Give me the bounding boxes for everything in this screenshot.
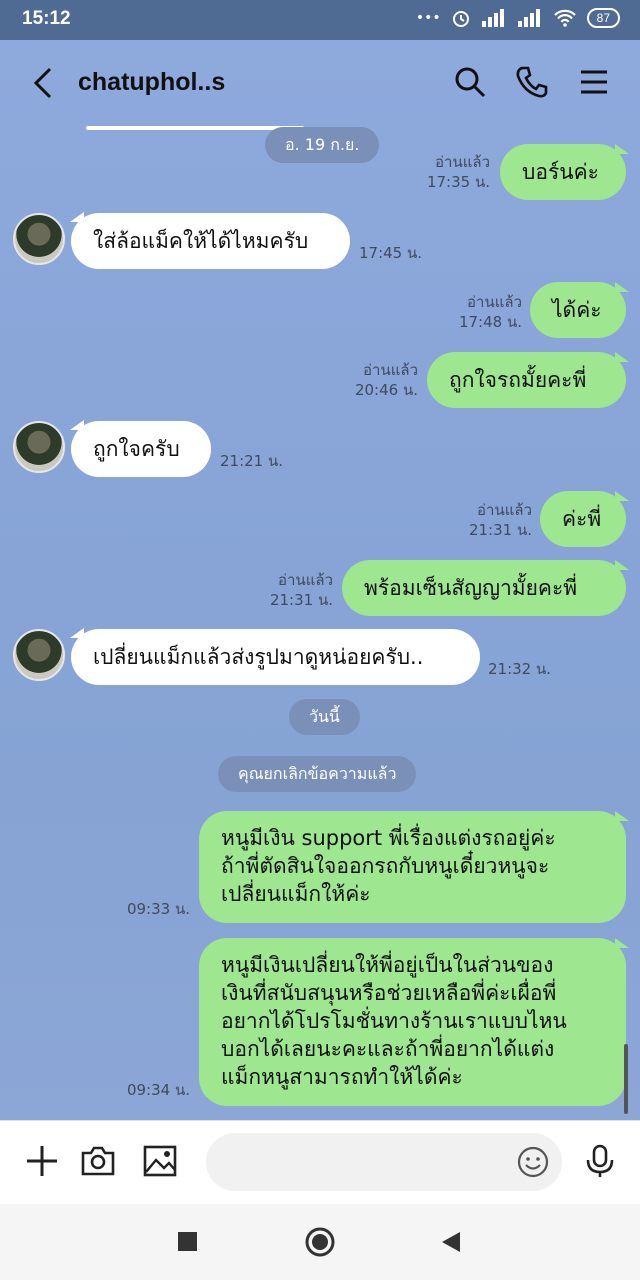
- message-input[interactable]: [206, 1133, 562, 1191]
- message-meta: อ่านแล้ว 20:46 น.: [326, 360, 418, 400]
- message-text-line: ถ้าพี่ตัดสินใจออกรถกับหนูเดี๋ยวหนูจะ: [221, 854, 550, 878]
- message-meta: อ่านแล้ว 17:48 น.: [430, 292, 522, 332]
- bubble-tail: [615, 938, 629, 948]
- message-time: 21:31 น.: [468, 521, 532, 539]
- mic-icon[interactable]: [582, 1143, 618, 1179]
- message-text-line: บอกได้เลยนะคะและถ้าพี่อยากได้แต่ง: [221, 1037, 555, 1061]
- scrollbar[interactable]: [624, 1044, 628, 1114]
- outgoing-message[interactable]: ได้ค่ะ: [530, 282, 626, 338]
- image-icon[interactable]: [142, 1143, 178, 1179]
- outgoing-message[interactable]: ค่ะพี่: [540, 491, 626, 547]
- bubble-tail: [615, 144, 629, 154]
- back-nav-button[interactable]: [440, 1230, 462, 1254]
- read-receipt: อ่านแล้ว: [467, 293, 522, 311]
- message-time: 09:33 น.: [126, 900, 190, 918]
- message-input-bar: [0, 1120, 640, 1205]
- alarm-icon: [452, 11, 469, 27]
- message-time: 21:32 น.: [488, 660, 552, 678]
- signal-icon: [481, 9, 504, 27]
- date-separator-today: วันนี้: [289, 699, 360, 735]
- message-text-line: หนูมีเงินเปลี่ยนให้พี่อยู่เป็นในส่วนของ: [221, 953, 554, 977]
- message-time: 17:35 น.: [426, 173, 490, 191]
- message-time: 21:31 น.: [269, 591, 333, 609]
- battery-indicator: 87: [586, 8, 620, 28]
- dots-icon: •••: [415, 10, 441, 26]
- message-meta: อ่านแล้ว 17:35 น.: [400, 152, 490, 192]
- read-receipt: อ่านแล้ว: [435, 153, 490, 171]
- bubble-tail: [615, 560, 629, 570]
- plus-icon[interactable]: [24, 1143, 60, 1179]
- message-text: ใส่ล้อแม็คให้ได้ไหมครับ: [93, 229, 309, 253]
- incoming-message[interactable]: ถูกใจครับ: [71, 421, 211, 477]
- date-separator: อ. 19 ก.ย.: [265, 127, 380, 163]
- read-receipt: อ่านแล้ว: [278, 571, 333, 589]
- avatar[interactable]: [13, 629, 65, 681]
- message-text: ถูกใจครับ: [93, 437, 180, 461]
- read-receipt: อ่านแล้ว: [363, 361, 418, 379]
- status-time: 15:12: [22, 8, 71, 29]
- status-icons: ••• 87: [416, 8, 620, 28]
- message-text: เปลี่ยนแม็กแล้วส่งรูปมาดูหน่อยครับ..: [93, 645, 424, 669]
- message-text: ได้ค่ะ: [552, 298, 602, 322]
- outgoing-message[interactable]: หนูมีเงิน support พี่เรื่องแต่งรถอยู่ค่ะ…: [199, 811, 626, 923]
- message-text-line: หนูมีเงิน support พี่เรื่องแต่งรถอยู่ค่ะ: [221, 826, 556, 850]
- search-icon[interactable]: [452, 64, 488, 100]
- emoji-icon[interactable]: [516, 1145, 550, 1179]
- read-receipt: อ่านแล้ว: [477, 501, 532, 519]
- partial-message-edge: [86, 126, 304, 130]
- incoming-message[interactable]: เปลี่ยนแม็กแล้วส่งรูปมาดูหน่อยครับ..: [71, 629, 480, 685]
- message-text-line: แม็กหนูสามารถทำให้ได้ค่ะ: [221, 1065, 463, 1089]
- message-text-line: เปลี่ยนแม็กให้ค่ะ: [221, 882, 371, 906]
- chat-title[interactable]: chatuphol..s: [78, 68, 225, 97]
- system-nav-bar: [0, 1204, 640, 1280]
- message-text: บอร์นค่ะ: [522, 160, 599, 184]
- outgoing-message[interactable]: พร้อมเซ็นสัญญามั้ยคะพี่: [342, 560, 626, 616]
- wifi-icon: [553, 9, 576, 27]
- phone-icon[interactable]: [514, 64, 550, 100]
- bubble-tail: [615, 352, 629, 362]
- bubble-tail: [615, 491, 629, 501]
- unsent-notice: คุณยกเลิกข้อความแล้ว: [218, 756, 417, 792]
- message-text: ค่ะพี่: [562, 507, 602, 531]
- message-meta: อ่านแล้ว 21:31 น.: [241, 570, 333, 610]
- message-time: 17:45 น.: [359, 244, 423, 262]
- menu-icon[interactable]: [576, 64, 612, 100]
- outgoing-message[interactable]: บอร์นค่ะ: [500, 144, 626, 200]
- avatar[interactable]: [13, 213, 65, 265]
- message-text-line: เงินที่สนับสนุนหรือช่วยเหลือพี่ค่ะเผื่อพ…: [221, 981, 557, 1005]
- outgoing-message[interactable]: ถูกใจรถมั้ยคะพี่: [427, 352, 626, 408]
- bubble-tail: [615, 282, 629, 292]
- back-icon[interactable]: [28, 66, 58, 100]
- message-time: 21:21 น.: [220, 452, 284, 470]
- message-time: 09:34 น.: [126, 1081, 190, 1099]
- incoming-message[interactable]: ใส่ล้อแม็คให้ได้ไหมครับ: [71, 213, 350, 269]
- message-text: พร้อมเซ็นสัญญามั้ยคะพี่: [364, 576, 578, 600]
- chat-header: chatuphol..s: [0, 40, 640, 126]
- home-button[interactable]: [304, 1226, 336, 1258]
- outgoing-message[interactable]: หนูมีเงินเปลี่ยนให้พี่อยู่เป็นในส่วนของ …: [199, 938, 626, 1106]
- message-time: 17:48 น.: [458, 313, 522, 331]
- avatar[interactable]: [13, 421, 65, 473]
- signal-icon: [517, 9, 540, 27]
- message-meta: อ่านแล้ว 21:31 น.: [440, 500, 532, 540]
- recents-button[interactable]: [178, 1232, 197, 1251]
- message-text-line: อยากได้โปรโมชั่นทางร้านเราแบบไหน: [221, 1009, 567, 1033]
- bubble-tail: [615, 811, 629, 821]
- message-time: 20:46 น.: [354, 381, 418, 399]
- message-text: ถูกใจรถมั้ยคะพี่: [449, 368, 587, 392]
- status-bar: 15:12 ••• 87: [0, 0, 640, 40]
- camera-icon[interactable]: [80, 1143, 116, 1179]
